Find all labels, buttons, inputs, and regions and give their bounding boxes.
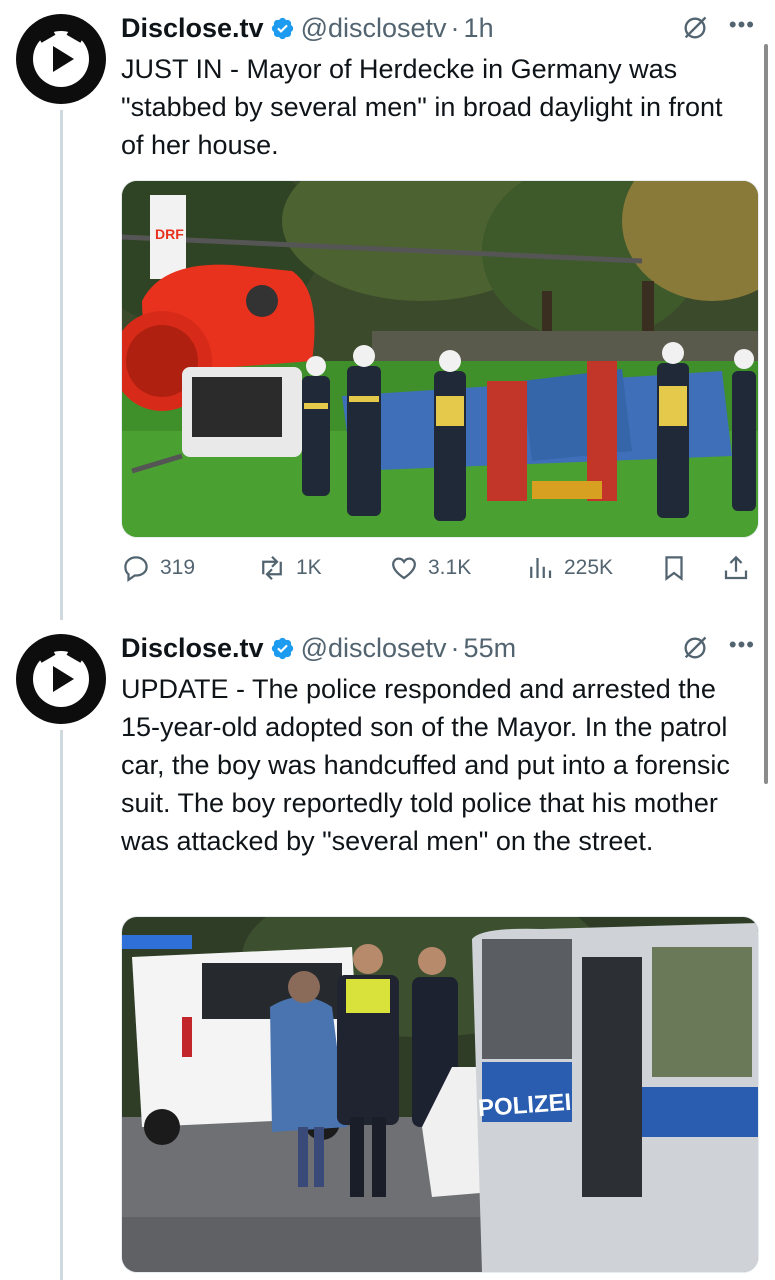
reply-button[interactable]: 319 xyxy=(121,550,195,586)
separator: · xyxy=(450,12,460,43)
views-button[interactable]: 225K xyxy=(525,550,613,586)
timestamp[interactable]: 1h xyxy=(464,13,494,44)
more-icon[interactable]: ••• xyxy=(729,632,755,658)
display-name[interactable]: Disclose.tv xyxy=(121,633,264,664)
verified-badge-icon xyxy=(271,17,293,39)
repost-button[interactable]: 1K xyxy=(257,550,322,586)
share-button[interactable] xyxy=(721,550,760,586)
police-arrest-photo xyxy=(122,917,758,1272)
play-icon xyxy=(53,666,74,692)
avatar[interactable] xyxy=(16,14,106,104)
bookmark-button[interactable] xyxy=(659,550,698,586)
share-icon xyxy=(724,555,748,580)
timestamp[interactable]: 55m xyxy=(464,633,517,664)
reply-icon xyxy=(124,556,148,583)
bookmark-icon xyxy=(665,556,683,581)
tweet-actions: 319 1K 3.1K 225K xyxy=(121,550,761,586)
tweet-media-photo[interactable]: DRF xyxy=(121,180,759,538)
handle[interactable]: @disclosetv xyxy=(301,13,447,44)
separator: · xyxy=(450,632,460,663)
views-count: 225K xyxy=(564,556,614,579)
verified-badge-icon xyxy=(271,637,293,659)
display-name[interactable]: Disclose.tv xyxy=(121,13,264,44)
tweet-2[interactable]: Disclose.tv @disclosetv · 55m ••• UPDATE… xyxy=(0,628,775,1280)
more-icon[interactable]: ••• xyxy=(729,12,755,38)
avatar[interactable] xyxy=(16,634,106,724)
tweet-text: UPDATE - The police responded and arrest… xyxy=(121,674,738,856)
grok-icon[interactable] xyxy=(681,14,709,42)
play-icon xyxy=(53,46,74,72)
reply-count: 319 xyxy=(160,556,196,579)
handle[interactable]: @disclosetv xyxy=(301,633,447,664)
grok-icon[interactable] xyxy=(681,634,709,662)
tweet-header: Disclose.tv @disclosetv · 55m xyxy=(121,628,516,668)
like-count: 3.1K xyxy=(428,556,472,579)
repost-count: 1K xyxy=(296,556,322,579)
tweet-header: Disclose.tv @disclosetv · 1h xyxy=(121,8,494,48)
like-button[interactable]: 3.1K xyxy=(389,550,471,586)
tweet-1[interactable]: Disclose.tv @disclosetv · 1h ••• JUST IN… xyxy=(0,8,775,608)
views-icon xyxy=(530,558,552,578)
tweet-media-photo[interactable]: POLIZEI xyxy=(121,916,759,1273)
helicopter-rescue-photo: DRF xyxy=(122,181,758,537)
helicopter-tail-text: DRF xyxy=(155,226,184,242)
heart-icon xyxy=(392,557,416,580)
repost-icon xyxy=(262,555,282,581)
tweet-text: JUST IN - Mayor of Herdecke in Germany w… xyxy=(121,54,731,160)
